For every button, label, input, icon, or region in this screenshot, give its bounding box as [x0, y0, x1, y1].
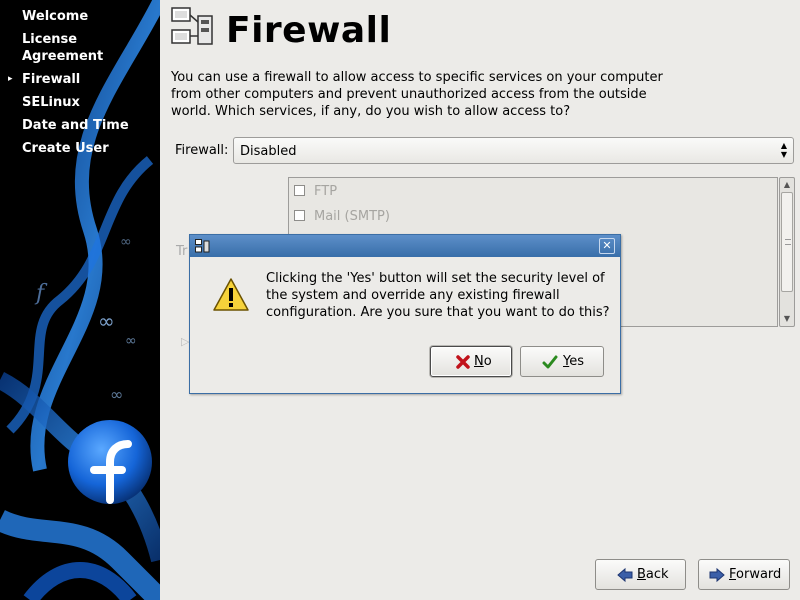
- back-button-label: Back: [637, 567, 669, 582]
- dialog-firewall-icon: [195, 239, 210, 253]
- firewall-row: Firewall: Disabled ▲ ▼: [174, 137, 794, 164]
- no-button[interactable]: No: [430, 346, 512, 377]
- dialog-message: Clicking the 'Yes' button will set the s…: [266, 271, 610, 320]
- forward-button-label: Forward: [729, 567, 782, 582]
- step-date-and-time: Date and Time: [22, 118, 129, 133]
- scroll-down-icon[interactable]: ▼: [780, 312, 794, 326]
- service-checkbox[interactable]: [294, 185, 305, 196]
- warning-icon: [213, 278, 249, 311]
- firewall-icon: [171, 7, 213, 45]
- firewall-label: Firewall:: [175, 143, 229, 158]
- yes-button-label: Yes: [563, 354, 584, 369]
- step-create-user: Create User: [22, 141, 109, 156]
- yes-button[interactable]: Yes: [520, 346, 604, 377]
- svg-text:∞: ∞: [120, 234, 132, 250]
- step-firewall: ▸ Firewall: [8, 72, 81, 87]
- forward-arrow-icon: [709, 567, 725, 583]
- services-scrollbar[interactable]: ▲ ▼: [779, 177, 795, 327]
- confirm-dialog: ✕ Clicking the 'Yes' button will set the…: [189, 234, 621, 394]
- yes-check-icon: [542, 355, 558, 369]
- back-arrow-icon: [617, 567, 633, 583]
- trusted-services-label: Tr: [176, 244, 188, 259]
- back-button[interactable]: Back: [595, 559, 686, 590]
- scroll-up-icon[interactable]: ▲: [780, 178, 794, 192]
- service-checkbox[interactable]: [294, 210, 305, 221]
- combo-arrows-icon: ▲ ▼: [780, 141, 788, 159]
- page-description: You can use a firewall to allow access t…: [171, 70, 663, 119]
- step-license-agreement: License Agreement: [22, 32, 104, 64]
- svg-text:∞: ∞: [110, 385, 123, 404]
- step-welcome: Welcome: [22, 9, 89, 24]
- forward-button[interactable]: Forward: [698, 559, 790, 590]
- svg-text:∞: ∞: [98, 309, 115, 333]
- svg-text:∞: ∞: [125, 333, 137, 349]
- page-title: Firewall: [226, 10, 392, 51]
- no-button-label: No: [474, 354, 492, 369]
- dialog-close-button[interactable]: ✕: [599, 238, 615, 254]
- dialog-titlebar[interactable]: ✕: [190, 235, 620, 257]
- step-selinux: SELinux: [22, 95, 80, 110]
- firewall-combo[interactable]: Disabled ▲ ▼: [233, 137, 794, 164]
- svg-text:f: f: [34, 281, 48, 306]
- no-x-icon: [456, 355, 470, 369]
- sidebar: ∞ ∞ ∞ ∞ f Welcome License Agreement ▸ Fi…: [0, 0, 160, 600]
- scroll-thumb[interactable]: [781, 192, 793, 292]
- step-list: Welcome License Agreement ▸ Firewall SEL…: [0, 6, 160, 161]
- firewall-combo-value: Disabled: [240, 144, 297, 159]
- current-step-marker-icon: ▸: [8, 74, 13, 84]
